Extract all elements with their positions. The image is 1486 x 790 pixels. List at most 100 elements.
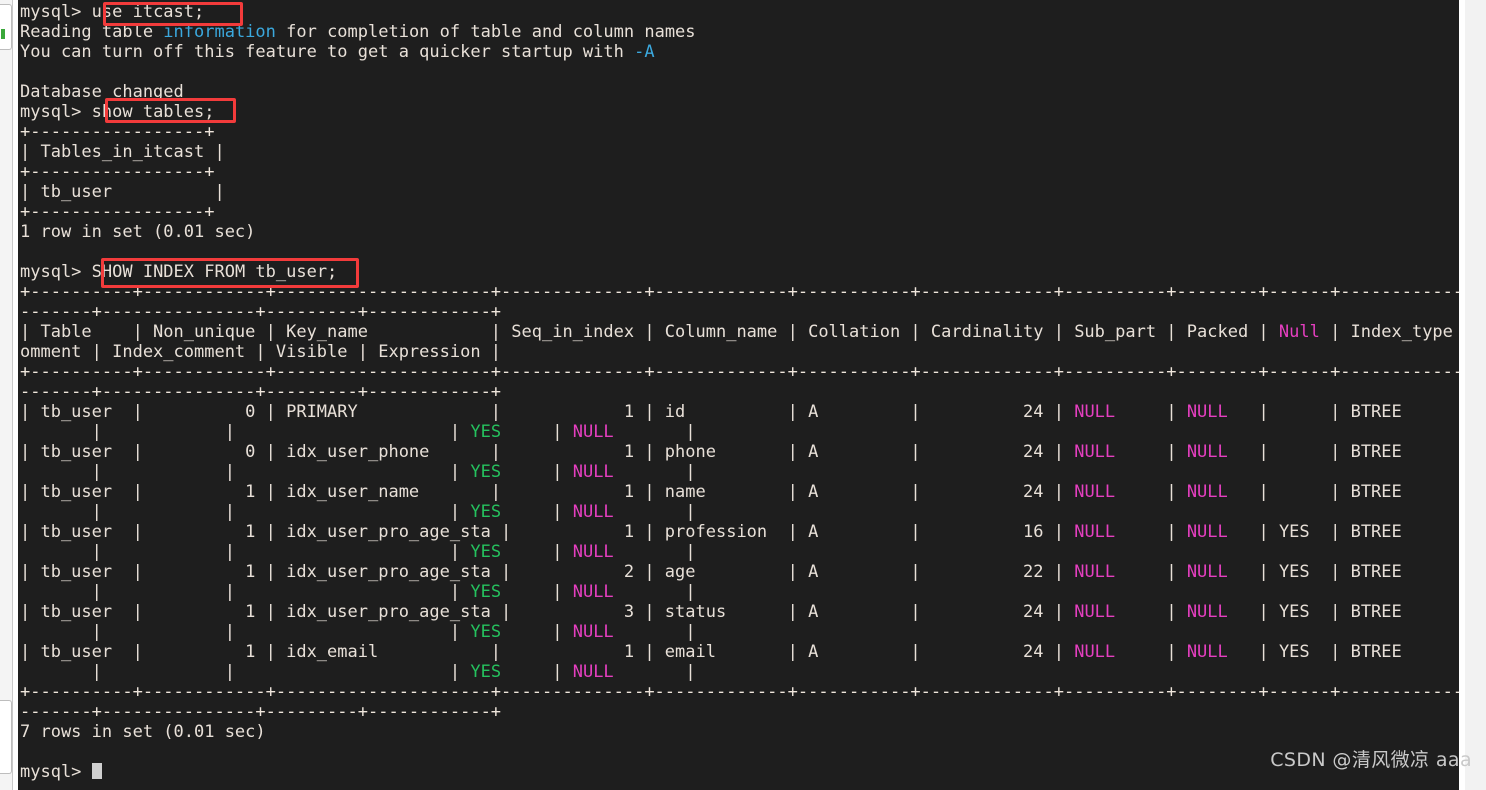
terminal-text: | | | — [20, 582, 471, 602]
terminal-text: Null — [1278, 322, 1320, 342]
terminal-text: | YES | BTREE | — [1227, 602, 1465, 622]
terminal-text: | | | — [20, 622, 471, 642]
terminal-text: NULL — [572, 422, 614, 442]
terminal-text: -A — [634, 42, 655, 62]
terminal-line: mysql> SHOW INDEX FROM tb_user; — [20, 262, 1465, 282]
terminal-line: -------+---------------+---------+------… — [20, 702, 1465, 722]
terminal-text: | tb_user | — [20, 182, 225, 202]
terminal-text: | — [613, 542, 696, 562]
terminal-text: NULL — [1186, 522, 1228, 542]
terminal-text: YES — [470, 422, 502, 442]
terminal-text: NULL — [572, 582, 614, 602]
terminal-line: | | | YES | NULL | — [20, 662, 1465, 682]
terminal-line: | tb_user | 1 | idx_user_name | 1 | name… — [20, 482, 1465, 502]
screenshot-root: mysql> use itcast; Reading table informat… — [0, 0, 1486, 790]
terminal-text: NULL — [1074, 402, 1116, 422]
terminal-text: | — [501, 502, 573, 522]
terminal-text: | — [613, 422, 696, 442]
terminal-text: NULL — [1186, 642, 1228, 662]
terminal-text: | tb_user | 1 | idx_user_pro_age_sta | 3… — [20, 602, 1075, 622]
terminal-line: | | | YES | NULL | — [20, 542, 1465, 562]
browser-tab-chip[interactable] — [0, 4, 12, 50]
terminal-line: +----------+------------+---------------… — [20, 282, 1465, 302]
terminal-line: | tb_user | 1 | idx_user_pro_age_sta | 1… — [20, 522, 1465, 542]
terminal-text: YES — [470, 462, 502, 482]
terminal-line: | tb_user | 1 | idx_user_pro_age_sta | 3… — [20, 602, 1465, 622]
mysql-terminal[interactable]: mysql> use itcast; Reading table informat… — [18, 0, 1465, 790]
terminal-text: NULL — [572, 662, 614, 682]
terminal-line: -------+---------------+---------+------… — [20, 382, 1465, 402]
terminal-text: +-----------------+ — [20, 122, 215, 142]
terminal-line: | tb_user | — [20, 182, 1465, 202]
terminal-text: | — [501, 542, 573, 562]
terminal-text: | tb_user | 1 | idx_email | 1 | email | … — [20, 642, 1075, 662]
terminal-text: YES — [470, 582, 502, 602]
terminal-line: omment | Index_comment | Visible | Expre… — [20, 342, 1465, 362]
terminal-text: -------+---------------+---------+------… — [20, 702, 502, 722]
left-gutter-box — [0, 700, 12, 774]
terminal-line: Reading table information for completion… — [20, 22, 1465, 42]
terminal-line: +-----------------+ — [20, 162, 1465, 182]
terminal-text: NULL — [1074, 642, 1116, 662]
terminal-text: | tb_user | 1 | idx_user_name | 1 | name… — [20, 482, 1075, 502]
terminal-line: | tb_user | 0 | idx_user_phone | 1 | pho… — [20, 442, 1465, 462]
terminal-text: | — [501, 462, 573, 482]
terminal-cursor — [91, 763, 102, 779]
terminal-text: | — [1115, 642, 1187, 662]
terminal-text: | | | — [20, 462, 471, 482]
terminal-text: | — [501, 422, 573, 442]
terminal-line: +----------+------------+---------------… — [20, 362, 1465, 382]
terminal-line: | tb_user | 0 | PRIMARY | 1 | id | A | 2… — [20, 402, 1465, 422]
terminal-text: mysql> — [20, 762, 92, 782]
terminal-text: NULL — [1186, 482, 1228, 502]
terminal-text: | tb_user | 1 | idx_user_pro_age_sta | 2… — [20, 562, 1075, 582]
terminal-text: for completion of table and column names — [275, 22, 696, 42]
terminal-text: YES — [470, 662, 502, 682]
terminal-text: | — [1115, 522, 1187, 542]
terminal-text: | — [613, 502, 696, 522]
terminal-text: mysql> — [20, 262, 92, 282]
terminal-text: | YES | BTREE | — [1227, 642, 1465, 662]
terminal-line: | tb_user | 1 | idx_user_pro_age_sta | 2… — [20, 562, 1465, 582]
terminal-text: NULL — [572, 462, 614, 482]
terminal-text: | | | — [20, 502, 471, 522]
terminal-text: | tb_user | 1 | idx_user_pro_age_sta | 1… — [20, 522, 1075, 542]
terminal-text: | — [613, 662, 696, 682]
terminal-text: +----------+------------+---------------… — [20, 362, 1465, 382]
terminal-line: You can turn off this feature to get a q… — [20, 42, 1465, 62]
terminal-line: +-----------------+ — [20, 122, 1465, 142]
terminal-text: | — [501, 582, 573, 602]
terminal-text: information — [163, 22, 276, 42]
terminal-text: SHOW INDEX FROM tb_user; — [91, 262, 338, 282]
terminal-text: NULL — [1186, 402, 1228, 422]
terminal-line: +----------+------------+---------------… — [20, 682, 1465, 702]
page-scrollbar-track[interactable] — [1465, 0, 1486, 790]
terminal-text: | tb_user | 0 | PRIMARY | 1 | id | A | 2… — [20, 402, 1075, 422]
terminal-text: NULL — [572, 542, 614, 562]
terminal-line: | Table | Non_unique | Key_name | Seq_in… — [20, 322, 1465, 342]
terminal-line: +-----------------+ — [20, 202, 1465, 222]
terminal-text: NULL — [1074, 522, 1116, 542]
terminal-line: mysql> show tables; — [20, 102, 1465, 122]
terminal-text: 1 row in set (0.01 sec) — [20, 222, 256, 242]
terminal-line: mysql> — [20, 762, 1465, 782]
terminal-text: | — [501, 662, 573, 682]
terminal-line: | | | YES | NULL | — [20, 422, 1465, 442]
terminal-text: mysql> — [20, 2, 92, 22]
terminal-text: NULL — [1074, 562, 1116, 582]
terminal-text: NULL — [1186, 562, 1228, 582]
terminal-line: | | | YES | NULL | — [20, 622, 1465, 642]
terminal-text: | — [613, 462, 696, 482]
csdn-watermark: CSDN @清风微凉 aaa — [1270, 749, 1472, 771]
terminal-text: | | BTREE | — [1227, 402, 1465, 422]
terminal-text: | | | — [20, 662, 471, 682]
terminal-line: | tb_user | 1 | idx_email | 1 | email | … — [20, 642, 1465, 662]
terminal-text: mysql> — [20, 102, 92, 122]
terminal-line: | | | YES | NULL | — [20, 462, 1465, 482]
terminal-text: -------+---------------+---------+------… — [20, 302, 502, 322]
tab-status-icon — [1, 29, 5, 39]
terminal-text: NULL — [1186, 602, 1228, 622]
terminal-line: -------+---------------+---------+------… — [20, 302, 1465, 322]
